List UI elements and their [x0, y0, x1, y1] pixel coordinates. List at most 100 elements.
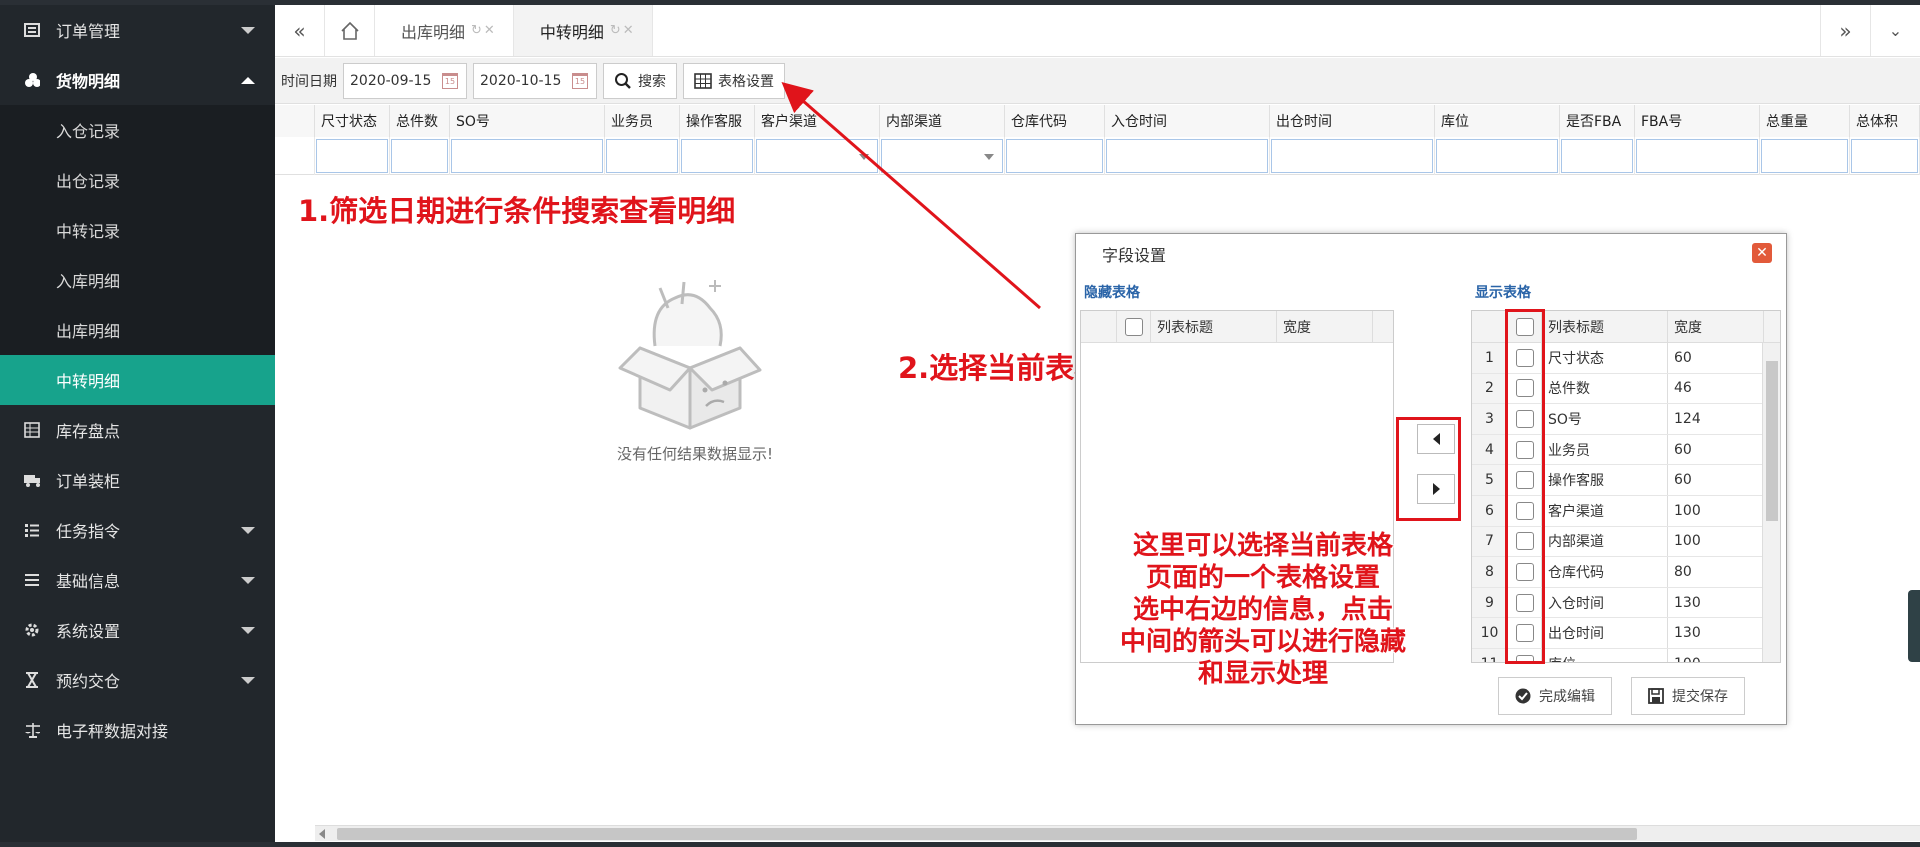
- refresh-close-icons[interactable]: ↻✕: [610, 23, 636, 38]
- chevron-down-icon: [241, 577, 255, 584]
- calendar-icon[interactable]: 15: [442, 72, 458, 89]
- filter-input[interactable]: [391, 139, 448, 173]
- row-width[interactable]: 60: [1668, 343, 1764, 373]
- grid-col-header[interactable]: 业务员: [605, 105, 680, 137]
- row-number: 8: [1472, 557, 1508, 587]
- row-width[interactable]: 100: [1668, 526, 1764, 557]
- row-title: 仓库代码: [1542, 557, 1668, 587]
- row-title: 库位: [1542, 648, 1668, 662]
- scrollbar-thumb[interactable]: [1766, 361, 1778, 521]
- check-circle-icon: [1515, 688, 1531, 704]
- sidebar-item-basic-info[interactable]: 基础信息: [0, 555, 275, 605]
- submit-save-button[interactable]: 提交保存: [1631, 677, 1745, 715]
- row-width[interactable]: 60: [1668, 465, 1764, 495]
- filter-select[interactable]: [756, 139, 878, 173]
- filter-input[interactable]: [1436, 139, 1558, 173]
- filter-spacer: [275, 137, 315, 175]
- submenu-item-inbound-detail[interactable]: 入库明细: [0, 255, 275, 305]
- filter-input[interactable]: [1106, 139, 1268, 173]
- grid-col-header[interactable]: 客户渠道: [755, 105, 880, 137]
- chevron-down-icon: [241, 627, 255, 634]
- row-width[interactable]: 80: [1668, 557, 1764, 587]
- sidebar-item-inventory[interactable]: 库存盘点: [0, 405, 275, 455]
- chevron-down-icon: [241, 677, 255, 684]
- filter-input[interactable]: [1636, 139, 1758, 173]
- end-date-input[interactable]: 2020-10-15 15: [473, 62, 597, 99]
- finish-edit-button[interactable]: 完成编辑: [1498, 677, 1612, 715]
- tab-transfer-detail[interactable]: 中转明细 ↻✕: [513, 5, 653, 56]
- filter-input[interactable]: [1761, 139, 1848, 173]
- annotation-step-1: 1.筛选日期进行条件搜索查看明细: [298, 194, 736, 228]
- submenu-item-outbound-detail[interactable]: 出库明细: [0, 305, 275, 355]
- horizontal-scrollbar[interactable]: [315, 825, 1920, 841]
- grid-col-header[interactable]: 尺寸状态: [315, 105, 390, 137]
- row-width[interactable]: 130: [1668, 618, 1764, 648]
- grid-header-row: 尺寸状态 总件数 SO号 业务员 操作客服 客户渠道 内部渠道 仓库代码 入仓时…: [275, 105, 1920, 137]
- sidebar-item-appointment[interactable]: 预约交仓: [0, 655, 275, 705]
- scroll-tabs-left-button[interactable]: «: [275, 5, 325, 56]
- sidebar-item-goods[interactable]: 货物明细: [0, 55, 275, 105]
- filter-input[interactable]: [1561, 139, 1633, 173]
- sidebar-item-loading[interactable]: 订单装柜: [0, 455, 275, 505]
- col-width-header: 宽度: [1277, 311, 1373, 342]
- grid-col-header[interactable]: 总重量: [1760, 105, 1850, 137]
- filter-input[interactable]: [1271, 139, 1433, 173]
- grid-col-header[interactable]: 仓库代码: [1005, 105, 1105, 137]
- grid-col-header[interactable]: 总件数: [390, 105, 450, 137]
- row-width[interactable]: 124: [1668, 404, 1764, 434]
- start-date-input[interactable]: 2020-09-15 15: [343, 62, 467, 99]
- filter-input[interactable]: [1851, 139, 1918, 173]
- sidebar-item-orders[interactable]: 订单管理: [0, 5, 275, 55]
- submenu-item-transfer-detail[interactable]: 中转明细: [0, 355, 275, 405]
- sidebar-item-scale-data[interactable]: 电子秤数据对接: [0, 705, 275, 755]
- select-all-checkbox[interactable]: [1124, 317, 1143, 336]
- close-icon[interactable]: ✕: [1752, 243, 1772, 263]
- filter-input[interactable]: [451, 139, 603, 173]
- grid-col-header[interactable]: FBA号: [1635, 105, 1760, 137]
- row-width[interactable]: 100: [1668, 648, 1764, 662]
- tab-label: 出库明细: [401, 22, 466, 42]
- row-number: 2: [1472, 373, 1508, 404]
- scroll-left-arrow-icon[interactable]: [319, 829, 325, 839]
- grid-icon: [24, 422, 40, 438]
- grid-col-header[interactable]: 操作客服: [680, 105, 755, 137]
- filter-input[interactable]: [1006, 139, 1103, 173]
- grid-col-header[interactable]: 出仓时间: [1270, 105, 1435, 137]
- row-width[interactable]: 130: [1668, 587, 1764, 618]
- row-width[interactable]: 60: [1668, 434, 1764, 465]
- search-button[interactable]: 搜索: [603, 62, 677, 99]
- grid-col-header[interactable]: 库位: [1435, 105, 1560, 137]
- grid-col-header[interactable]: 总体积: [1850, 105, 1920, 137]
- hourglass-icon: [24, 672, 40, 688]
- grid-col-header[interactable]: 入仓时间: [1105, 105, 1270, 137]
- tab-menu-button[interactable]: ⌄: [1870, 5, 1920, 56]
- row-width[interactable]: 46: [1668, 373, 1764, 404]
- sidebar-item-system-settings[interactable]: 系统设置: [0, 605, 275, 655]
- pane-scrollbar[interactable]: [1762, 343, 1780, 662]
- tasks-icon: [24, 522, 40, 538]
- table-settings-button[interactable]: 表格设置: [683, 62, 785, 99]
- grid-col-header[interactable]: SO号: [450, 105, 605, 137]
- tab-outbound-detail[interactable]: 出库明细 ↻✕: [375, 5, 514, 56]
- home-tab-button[interactable]: [325, 5, 375, 56]
- submenu-item-outbound-record[interactable]: 出仓记录: [0, 155, 275, 205]
- filter-input[interactable]: [316, 139, 388, 173]
- grid-col-header[interactable]: 内部渠道: [880, 105, 1005, 137]
- filter-input[interactable]: [681, 139, 753, 173]
- filter-select[interactable]: [881, 139, 1003, 173]
- grid-col-header[interactable]: 是否FBA: [1560, 105, 1635, 137]
- submenu-item-transfer-record[interactable]: 中转记录: [0, 205, 275, 255]
- sidebar-item-tasks[interactable]: 任务指令: [0, 505, 275, 555]
- row-width[interactable]: 100: [1668, 495, 1764, 526]
- submenu-item-inbound-record[interactable]: 入仓记录: [0, 105, 275, 155]
- calendar-icon[interactable]: 15: [572, 72, 588, 89]
- date-label: 时间日期: [281, 73, 337, 90]
- filter-input[interactable]: [606, 139, 678, 173]
- finish-edit-label: 完成编辑: [1539, 689, 1595, 705]
- boxes-icon: [24, 72, 40, 88]
- refresh-close-icons[interactable]: ↻✕: [471, 23, 497, 38]
- shown-pane-title: 显示表格: [1475, 285, 1531, 301]
- scroll-tabs-right-button[interactable]: »: [1820, 5, 1870, 56]
- side-panel-handle[interactable]: [1908, 590, 1920, 662]
- scrollbar-thumb[interactable]: [337, 828, 1637, 840]
